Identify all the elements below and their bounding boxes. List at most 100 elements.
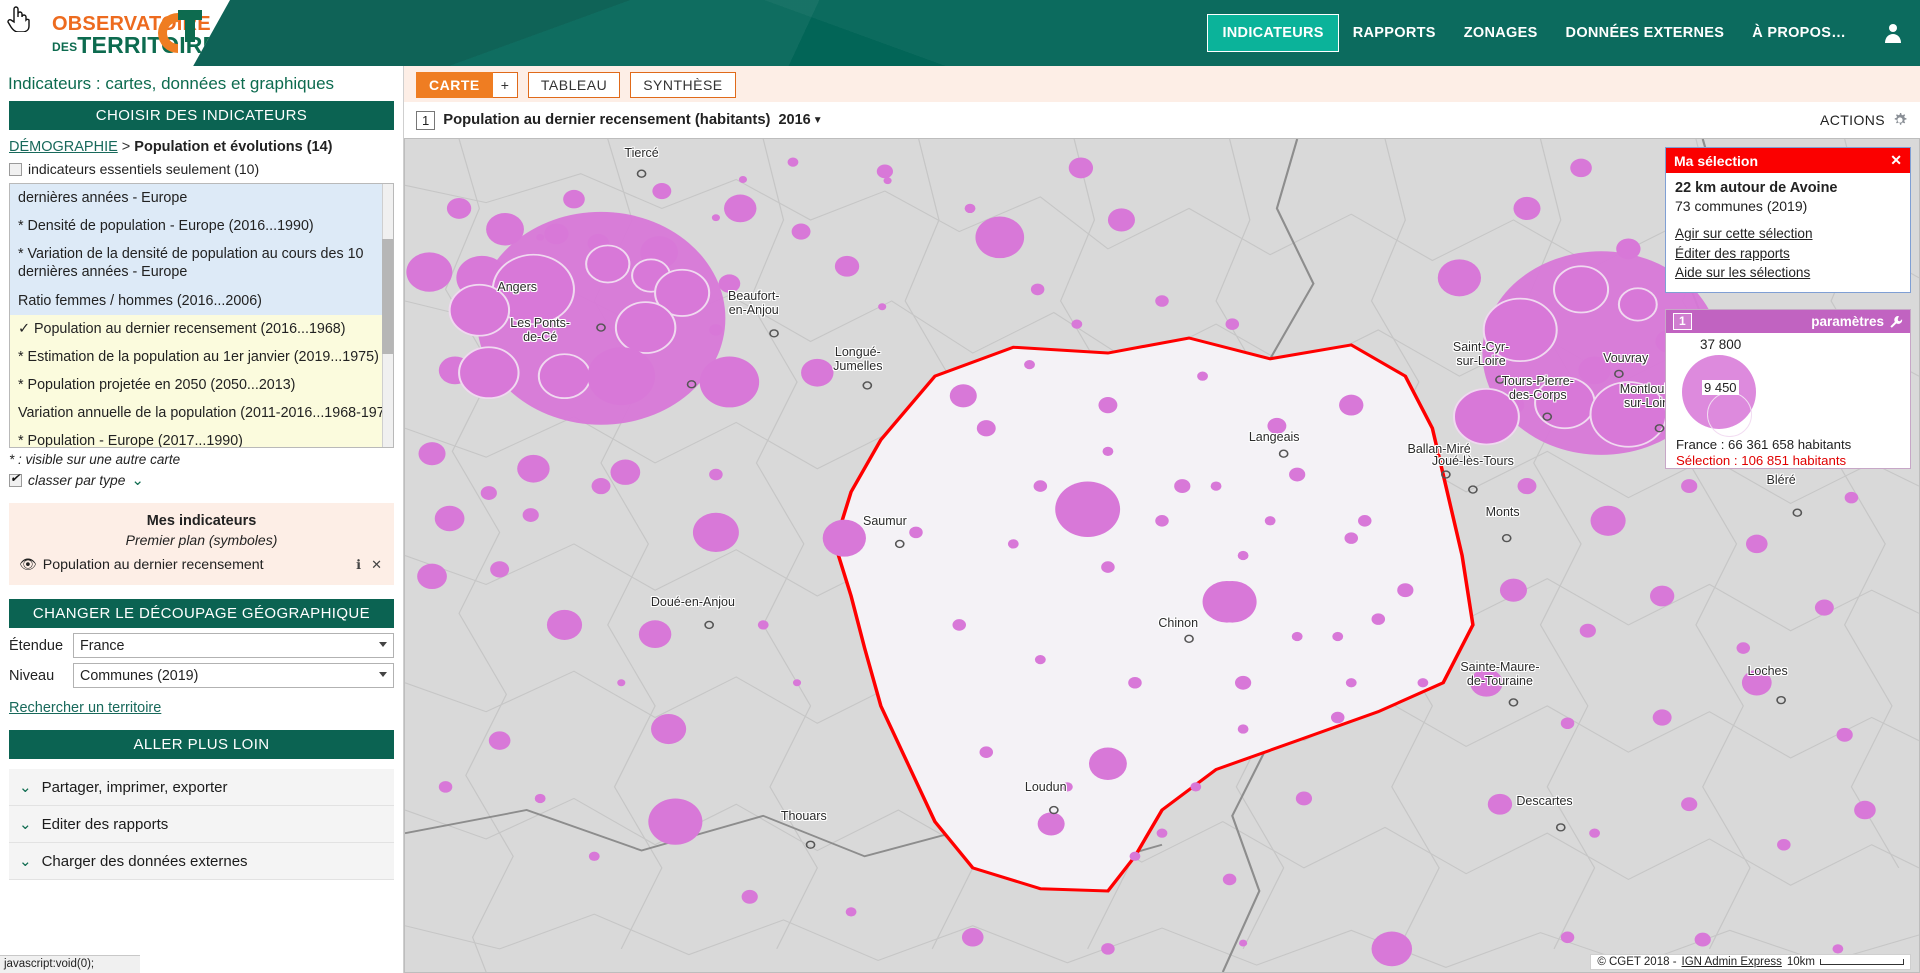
indicator-list[interactable]: dernières années - Europe * Densité de p… (9, 183, 394, 448)
user-icon[interactable] (1880, 20, 1906, 46)
accordion-external-data[interactable]: ⌄ Charger des données externes (9, 843, 394, 880)
nav-item-rapports[interactable]: RAPPORTS (1339, 14, 1450, 52)
remove-indicator-icon[interactable]: ✕ (369, 557, 384, 573)
legend-max-value: 37 800 (1700, 337, 1741, 352)
breadcrumb-current: Population et évolutions (14) (134, 139, 332, 155)
list-item[interactable]: * Densité de population - Europe (2016..… (10, 212, 393, 240)
legend-france-total: France : 66 361 658 habitants (1676, 437, 1851, 452)
nav-item-indicateurs[interactable]: INDICATEURS (1207, 14, 1338, 52)
go-further-button[interactable]: ALLER PLUS LOIN (9, 730, 394, 759)
legend-selection-total: Sélection : 106 851 habitants (1676, 453, 1846, 468)
left-sidebar: Indicateurs : cartes, données et graphiq… (0, 66, 404, 973)
chevron-down-icon: ⌄ (19, 778, 32, 796)
actions-label: ACTIONS (1820, 112, 1885, 128)
logo[interactable]: OBSERVATOIRE DESTERRITOIRES (0, 0, 230, 66)
browser-status-bar: javascript:void(0); (0, 955, 140, 973)
list-item[interactable]: Ratio femmes / hommes (2016...2006) (10, 287, 393, 315)
etendue-value: France (80, 638, 125, 654)
niveau-row: Niveau Communes (2019) (0, 658, 403, 688)
breadcrumb-category[interactable]: DÉMOGRAPHIE (9, 139, 118, 155)
page-title: Indicateurs : cartes, données et graphiq… (0, 66, 403, 101)
legend-mid-value: 9 450 (1702, 380, 1739, 395)
my-indicator-row[interactable]: 👁 Population au dernier recensement ℹ ✕ (19, 548, 384, 573)
list-item-selected[interactable]: ✓ Population au dernier recensement (201… (10, 315, 393, 343)
my-indicators-panel: Mes indicateurs Premier plan (symboles) … (9, 503, 394, 585)
app-header: OBSERVATOIRE DESTERRITOIRES INDICATEURS … (0, 0, 1920, 66)
wrench-icon[interactable] (1889, 315, 1903, 329)
my-indicators-title: Mes indicateurs (19, 513, 384, 529)
change-geo-button[interactable]: CHANGER LE DÉCOUPAGE GÉOGRAPHIQUE (9, 599, 394, 628)
list-item[interactable]: dernières années - Europe (10, 184, 393, 212)
breadcrumb-separator: > (122, 139, 130, 155)
accordion-share[interactable]: ⌄ Partager, imprimer, exporter (9, 769, 394, 806)
etendue-row: Étendue France (0, 628, 403, 658)
search-territory-link[interactable]: Rechercher un territoire (9, 700, 161, 716)
accordion-reports[interactable]: ⌄ Editer des rapports (9, 806, 394, 843)
main-content: CARTE + TABLEAU SYNTHÈSE 1 Population au… (404, 66, 1920, 973)
nav-item-donnees-externes[interactable]: DONNÉES EXTERNES (1552, 14, 1739, 52)
chevron-down-icon[interactable]: ▼ (813, 115, 823, 126)
close-icon[interactable]: ✕ (1890, 152, 1902, 169)
tab-tableau[interactable]: TABLEAU (528, 72, 620, 98)
link-agir-sur-selection[interactable]: Agir sur cette sélection (1675, 224, 1901, 244)
classer-par-type-checkbox[interactable] (9, 474, 22, 487)
my-indicators-subtitle: Premier plan (symboles) (19, 529, 384, 548)
indicator-number: 1 (416, 111, 435, 130)
breadcrumb: DÉMOGRAPHIE > Population et évolutions (… (0, 130, 403, 159)
legend-mid-circle (1707, 392, 1752, 437)
chevron-down-icon: ⌄ (19, 852, 32, 870)
essentials-label: indicateurs essentiels seulement (10) (28, 161, 259, 177)
nav-item-zonages[interactable]: ZONAGES (1450, 14, 1552, 52)
eye-icon[interactable]: 👁 (19, 556, 37, 573)
list-item[interactable]: * Population - Europe (2017...1990) (10, 427, 393, 448)
legend-settings-label[interactable]: paramètres (1811, 314, 1884, 329)
gear-icon[interactable] (1892, 112, 1908, 128)
info-icon[interactable]: ℹ (354, 557, 363, 573)
list-item[interactable]: Variation annuelle de la population (201… (10, 399, 393, 427)
accordion-external-label: Charger des données externes (42, 853, 248, 870)
chevron-down-icon: ⌄ (19, 815, 32, 833)
scale-ruler (1820, 959, 1904, 965)
selection-name: 22 km autour de Avoine (1675, 180, 1901, 196)
essentials-checkbox[interactable] (9, 163, 22, 176)
tab-carte[interactable]: CARTE (416, 72, 493, 98)
scrollbar-thumb[interactable] (382, 239, 393, 354)
tab-synthese[interactable]: SYNTHÈSE (630, 72, 735, 98)
chevron-down-icon (379, 642, 387, 647)
logo-ct-mark (152, 8, 204, 58)
legend-body: 37 800 9 450 France : 66 361 658 habitan… (1666, 333, 1910, 468)
indicator-group-yellow: ✓ Population au dernier recensement (201… (10, 315, 393, 448)
tab-add-button[interactable]: + (493, 72, 518, 98)
indicator-list-scrollbar[interactable] (382, 184, 393, 447)
link-aide-selections[interactable]: Aide sur les sélections (1675, 263, 1901, 283)
etendue-select[interactable]: France (73, 633, 394, 658)
actions-menu[interactable]: ACTIONS (1820, 112, 1908, 128)
logo-line2-prefix: DES (52, 40, 77, 54)
nav-item-a-propos[interactable]: À PROPOS… (1738, 14, 1860, 52)
tab-carte-group: CARTE + (416, 72, 518, 98)
niveau-value: Communes (2019) (80, 668, 198, 684)
list-item[interactable]: * Population projetée en 2050 (2050...20… (10, 371, 393, 399)
link-editer-rapports[interactable]: Éditer des rapports (1675, 244, 1901, 264)
selection-panel: Ma sélection ✕ 22 km autour de Avoine 73… (1665, 147, 1911, 293)
attribution-text: © CGET 2018 - (1597, 956, 1676, 968)
selection-links: Agir sur cette sélection Éditer des rapp… (1675, 214, 1901, 283)
list-item[interactable]: * Variation de la densité de population … (10, 240, 393, 286)
niveau-label: Niveau (9, 668, 65, 684)
map-viewport[interactable]: TiercéAngersLes Ponts- de-CéBeaufort- en… (404, 138, 1920, 973)
chevron-down-icon (379, 672, 387, 677)
view-tabs: CARTE + TABLEAU SYNTHÈSE (404, 66, 1920, 102)
niveau-select[interactable]: Communes (2019) (73, 663, 394, 688)
indicator-title: Population au dernier recensement (habit… (443, 112, 770, 128)
classer-par-type-row[interactable]: classer par type ⌄ (0, 469, 403, 497)
choose-indicators-button[interactable]: CHOISIR DES INDICATEURS (9, 101, 394, 130)
indicator-year[interactable]: 2016 (778, 112, 810, 128)
essentials-checkbox-row[interactable]: indicateurs essentiels seulement (10) (0, 159, 403, 183)
attribution-link[interactable]: IGN Admin Express (1682, 956, 1782, 968)
legend-header: 1 paramètres (1666, 310, 1910, 333)
list-item[interactable]: * Estimation de la population au 1er jan… (10, 343, 393, 371)
chevron-down-icon[interactable]: ⌄ (131, 471, 144, 489)
indicator-header-bar: 1 Population au dernier recensement (hab… (404, 102, 1920, 138)
classer-par-type-label: classer par type (28, 473, 125, 488)
main-nav: INDICATEURS RAPPORTS ZONAGES DONNÉES EXT… (1207, 14, 1860, 52)
